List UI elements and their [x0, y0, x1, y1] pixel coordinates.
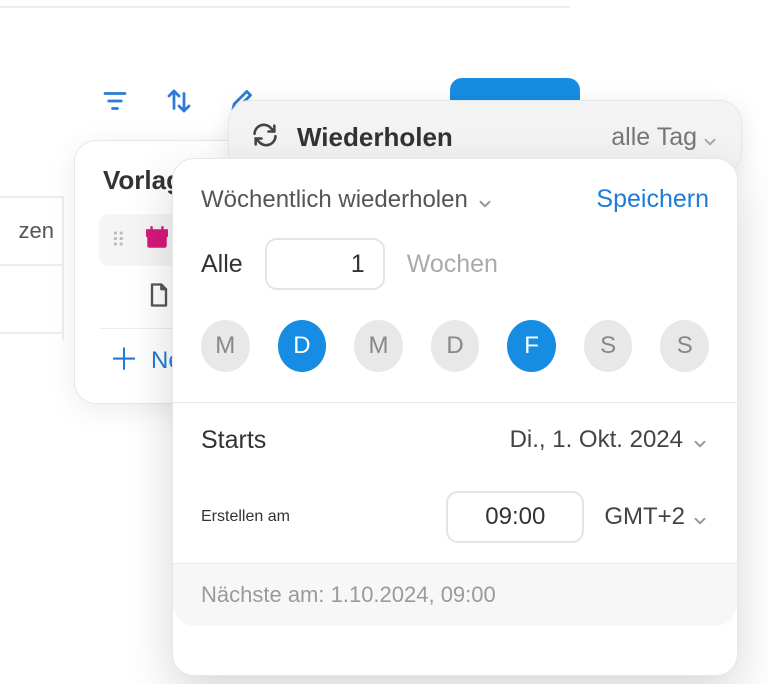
- chevron-down-icon: [691, 432, 709, 450]
- frequency-select[interactable]: alle Tag: [611, 123, 719, 152]
- create-at-row: Erstellen am GMT+2: [201, 477, 709, 557]
- sidebar-fragment: zen: [0, 196, 64, 340]
- interval-row: Alle Wochen: [201, 238, 709, 290]
- weekday-tue[interactable]: D: [278, 320, 327, 372]
- starts-row: Starts Di., 1. Okt. 2024: [201, 403, 709, 477]
- save-button[interactable]: Speichern: [596, 185, 709, 214]
- unit-label: Wochen: [407, 250, 498, 279]
- plus-icon: ＋: [109, 346, 139, 376]
- timezone-select[interactable]: GMT+2: [604, 503, 709, 531]
- frequency-label: alle Tag: [611, 123, 697, 152]
- interval-input[interactable]: [265, 238, 385, 290]
- sidebar-row[interactable]: [0, 266, 62, 334]
- divider: [0, 6, 570, 8]
- calendar-icon: [144, 225, 170, 256]
- weekday-wed[interactable]: M: [354, 320, 403, 372]
- repeat-mode-select[interactable]: Wöchentlich wiederholen: [201, 186, 494, 214]
- weekday-sat[interactable]: S: [584, 320, 633, 372]
- every-label: Alle: [201, 250, 243, 279]
- weekday-fri[interactable]: F: [507, 320, 556, 372]
- timezone-label: GMT+2: [604, 503, 685, 531]
- starts-date-value: Di., 1. Okt. 2024: [510, 426, 683, 454]
- create-at-label: Erstellen am: [201, 508, 426, 526]
- sidebar-row-label: zen: [19, 218, 54, 244]
- page-icon: [145, 281, 173, 314]
- sort-icon[interactable]: [164, 86, 194, 116]
- starts-date-select[interactable]: Di., 1. Okt. 2024: [510, 426, 709, 454]
- repeat-title: Wiederholen: [297, 122, 453, 153]
- filter-icon[interactable]: [100, 86, 130, 116]
- repeat-settings-popover: Wöchentlich wiederholen Speichern Alle W…: [172, 158, 738, 676]
- chevron-down-icon: [701, 129, 719, 147]
- create-at-time-input[interactable]: [446, 491, 584, 543]
- chevron-down-icon: [476, 192, 494, 210]
- drag-handle-icon[interactable]: ⠿: [111, 228, 130, 253]
- chevron-down-icon: [691, 509, 709, 527]
- weekday-mon[interactable]: M: [201, 320, 250, 372]
- repeat-mode-label: Wöchentlich wiederholen: [201, 186, 468, 214]
- weekday-sun[interactable]: S: [660, 320, 709, 372]
- starts-label: Starts: [201, 426, 266, 455]
- next-occurrence-label: Nächste am: 1.10.2024, 09:00: [201, 582, 496, 607]
- sidebar-row[interactable]: zen: [0, 198, 62, 266]
- next-occurrence-footer: Nächste am: 1.10.2024, 09:00: [173, 563, 737, 626]
- weekday-thu[interactable]: D: [431, 320, 480, 372]
- repeat-icon: [251, 121, 279, 154]
- weekday-picker: M D M D F S S: [201, 320, 709, 372]
